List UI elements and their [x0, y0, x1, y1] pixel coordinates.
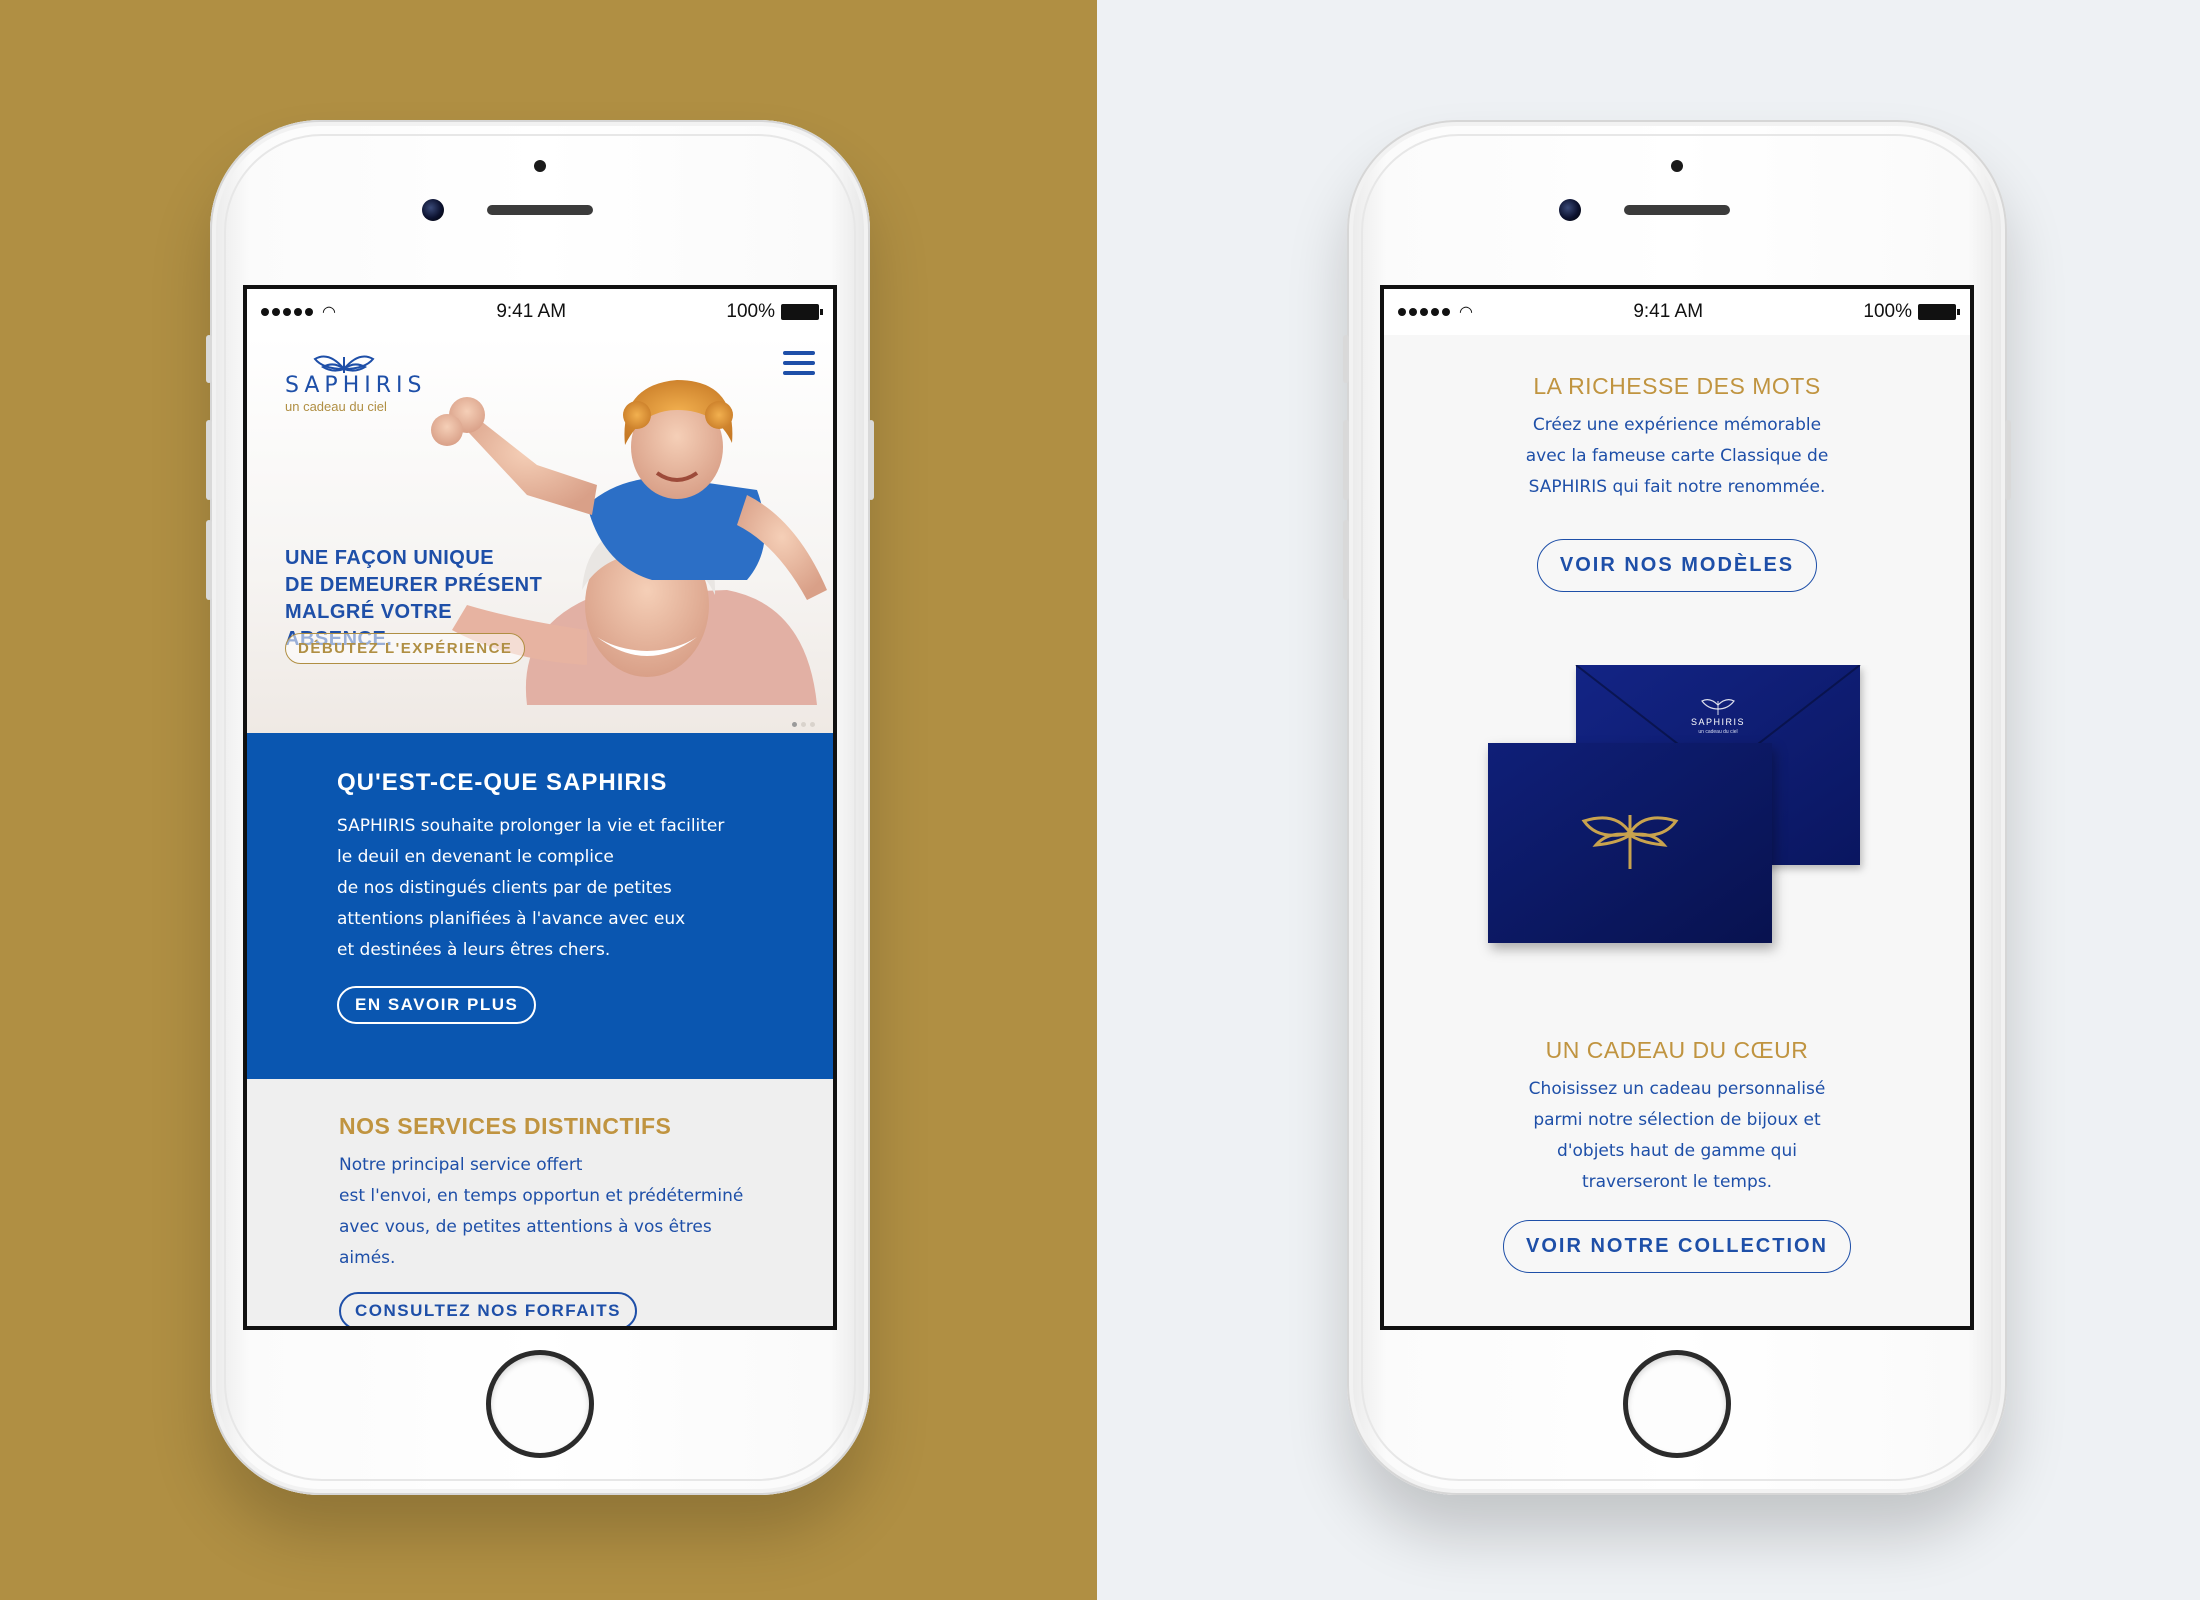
- carousel-pager[interactable]: [792, 722, 815, 727]
- words-text-line: Créez une expérience mémorable: [1532, 415, 1822, 435]
- services-text-line: aimés.: [339, 1248, 396, 1268]
- dragonfly-logo-icon: [313, 355, 375, 373]
- status-time: 9:41 AM: [496, 301, 567, 322]
- gift-text-line: d'objets haut de gamme qui: [1557, 1141, 1797, 1161]
- about-text-line: SAPHIRIS souhaite prolonger la vie et fa…: [337, 816, 725, 836]
- power-button: [2005, 420, 2011, 500]
- logo-tagline: un cadeau du ciel: [285, 399, 387, 414]
- volume-down-button: [1343, 520, 1349, 600]
- envelope-image: SAPHIRIS un cadeau du ciel: [1488, 664, 1861, 943]
- phone-screen: ◠ 9:41 AM 100% LA RICHESSE DES MOTS Crée…: [1380, 285, 1974, 1330]
- front-camera-icon: [422, 199, 444, 221]
- hamburger-menu-icon[interactable]: [783, 351, 815, 375]
- envelope-illustration: SAPHIRIS un cadeau du ciel: [1384, 664, 1970, 965]
- status-bar: ◠ 9:41 AM 100%: [247, 289, 833, 335]
- logo-wordmark: SAPHIRIS: [285, 373, 427, 398]
- gift-text-line: traverseront le temps.: [1581, 1172, 1773, 1192]
- see-collection-button[interactable]: VOIR NOTRE COLLECTION: [1503, 1220, 1851, 1273]
- learn-more-button[interactable]: EN SAVOIR PLUS: [337, 986, 537, 1024]
- words-text-line: SAPHIRIS qui fait notre renommée.: [1528, 477, 1826, 497]
- about-text-line: le deuil en devenant le complice: [337, 847, 614, 867]
- battery-percent: 100%: [726, 301, 775, 322]
- signal-icon: ◠: [1398, 302, 1473, 322]
- services-text: Notre principal service offert est l'env…: [339, 1150, 803, 1274]
- status-bar: ◠ 9:41 AM 100%: [1384, 289, 1970, 335]
- about-text: SAPHIRIS souhaite prolonger la vie et fa…: [337, 811, 803, 966]
- gift-text: Choisissez un cadeau personnalisé parmi …: [1384, 1074, 1970, 1198]
- front-camera-icon: [1559, 199, 1581, 221]
- home-button: [486, 1350, 594, 1458]
- gift-title: UN CADEAU DU CŒUR: [1545, 1037, 1809, 1063]
- start-experience-button[interactable]: DÉBUTEZ L'EXPÉRIENCE: [285, 633, 526, 664]
- status-time: 9:41 AM: [1633, 301, 1704, 322]
- battery-percent: 100%: [1863, 301, 1912, 322]
- about-text-line: et destinées à leurs êtres chers.: [337, 940, 611, 960]
- sensor-dot: [1671, 160, 1683, 172]
- earpiece-speaker: [487, 205, 593, 215]
- hero-headline-line: DE DEMEURER PRÉSENT: [285, 574, 543, 596]
- mute-switch: [206, 335, 212, 383]
- words-text-line: avec la fameuse carte Classique de: [1525, 446, 1829, 466]
- phone-screen: ◠ 9:41 AM 100% SAPHIRIS un cadeau du cie…: [243, 285, 837, 1330]
- content-area: LA RICHESSE DES MOTS Créez une expérienc…: [1384, 335, 1970, 1326]
- mute-switch: [1343, 335, 1349, 383]
- battery-icon: [1917, 304, 1960, 320]
- see-plans-button[interactable]: CONSULTEZ NOS FORFAITS: [339, 1292, 637, 1326]
- gift-text-line: parmi notre sélection de bijoux et: [1533, 1110, 1821, 1130]
- wifi-icon: ◠: [322, 304, 336, 321]
- signal-icon: ◠: [261, 302, 336, 322]
- about-text-line: de nos distingués clients par de petites: [337, 878, 672, 898]
- words-text: Créez une expérience mémorable avec la f…: [1384, 410, 1970, 503]
- words-title: LA RICHESSE DES MOTS: [1533, 373, 1821, 399]
- wifi-icon: ◠: [1459, 304, 1473, 321]
- phone-mockup-left: ◠ 9:41 AM 100% SAPHIRIS un cadeau du cie…: [206, 120, 874, 1495]
- volume-up-button: [206, 420, 212, 500]
- home-button: [1623, 1350, 1731, 1458]
- words-section: LA RICHESSE DES MOTS Créez une expérienc…: [1384, 373, 1970, 592]
- services-text-line: avec vous, de petites attentions à vos ê…: [339, 1217, 712, 1237]
- earpiece-speaker: [1624, 205, 1730, 215]
- volume-up-button: [1343, 420, 1349, 500]
- envelope-logo-tagline: un cadeau du ciel: [1698, 729, 1737, 735]
- services-section: NOS SERVICES DISTINCTIFS Notre principal…: [247, 1079, 833, 1326]
- see-models-button[interactable]: VOIR NOS MODÈLES: [1536, 539, 1818, 592]
- sensor-dot: [534, 160, 546, 172]
- saphiris-logo[interactable]: SAPHIRIS un cadeau du ciel: [285, 349, 426, 414]
- services-text-line: est l'envoi, en temps opportun et prédét…: [339, 1186, 744, 1206]
- envelope-logo-word: SAPHIRIS: [1691, 717, 1745, 727]
- services-text-line: Notre principal service offert: [339, 1155, 583, 1175]
- battery-icon: [780, 304, 823, 320]
- services-title: NOS SERVICES DISTINCTIFS: [339, 1113, 672, 1139]
- gift-text-line: Choisissez un cadeau personnalisé: [1528, 1079, 1826, 1099]
- power-button: [868, 420, 874, 500]
- gift-section: UN CADEAU DU CŒUR Choisissez un cadeau p…: [1384, 1037, 1970, 1273]
- about-text-line: attentions planifiées à l'avance avec eu…: [337, 909, 686, 929]
- hero-banner: SAPHIRIS un cadeau du ciel UNE FAÇON UNI…: [247, 335, 833, 733]
- hero-headline-line: UNE FAÇON UNIQUE: [285, 547, 495, 569]
- phone-mockup-right: ◠ 9:41 AM 100% LA RICHESSE DES MOTS Crée…: [1343, 120, 2011, 1495]
- about-section: QU'EST-CE-QUE SAPHIRIS SAPHIRIS souhaite…: [247, 733, 833, 1079]
- volume-down-button: [206, 520, 212, 600]
- about-title: QU'EST-CE-QUE SAPHIRIS: [337, 769, 668, 796]
